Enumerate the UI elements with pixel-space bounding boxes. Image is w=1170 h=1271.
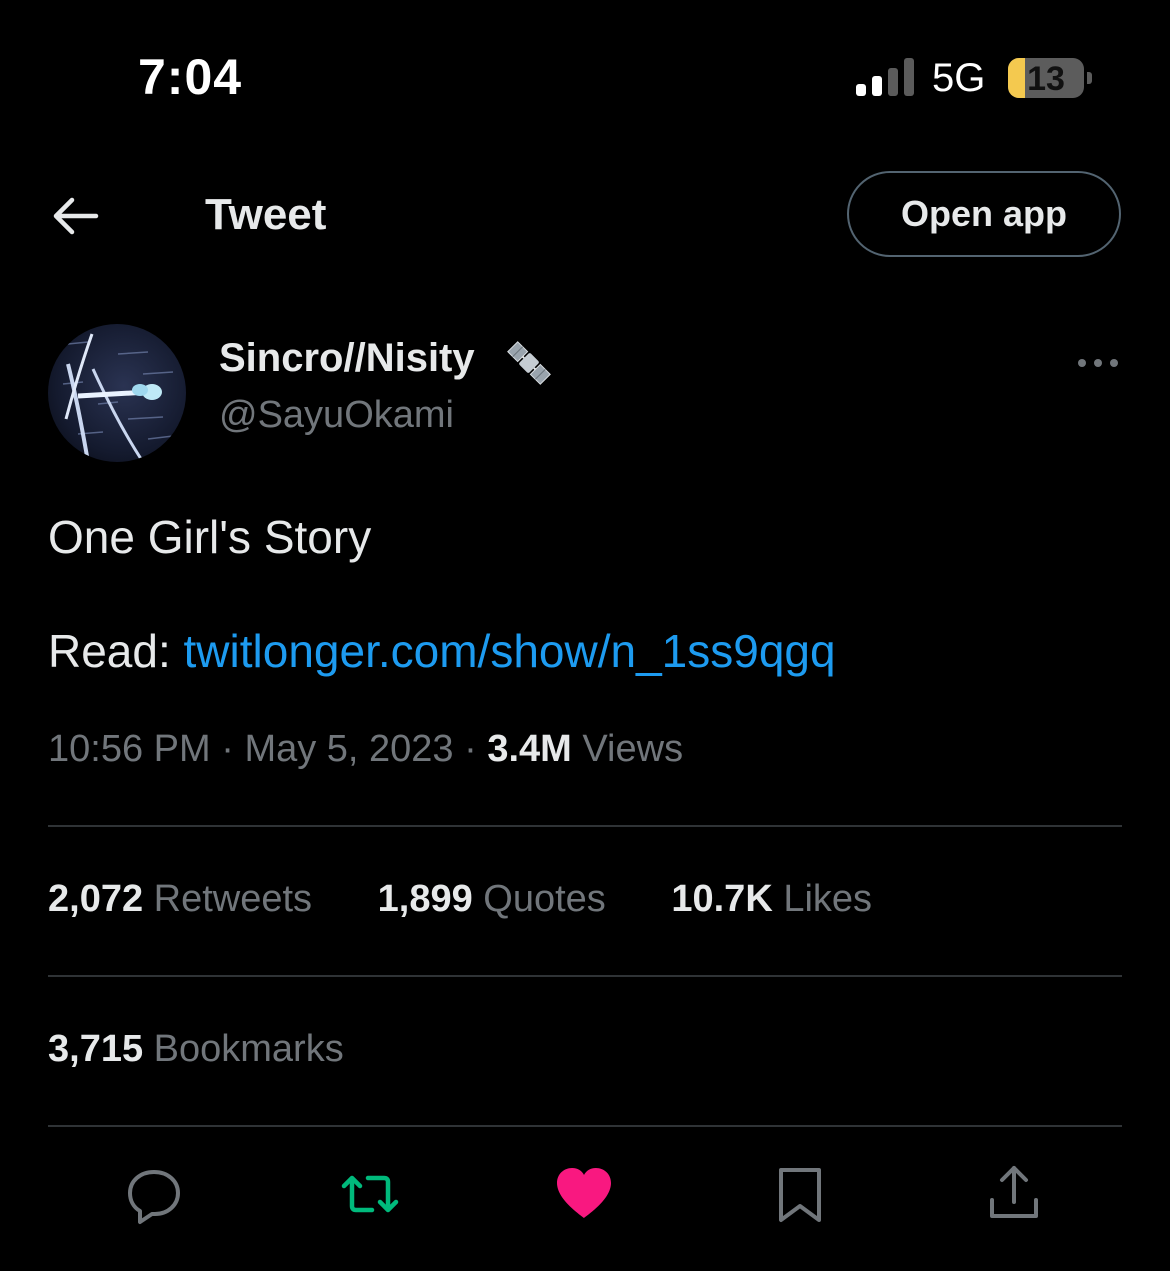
bookmarks-stat[interactable]: 3,715 Bookmarks xyxy=(48,1028,344,1071)
author-handle[interactable]: @SayuOkami xyxy=(219,394,454,437)
signal-strength-icon xyxy=(856,58,914,96)
page-title: Tweet xyxy=(205,190,327,239)
likes-count: 10.7K xyxy=(671,878,773,920)
meta-separator: · xyxy=(210,728,245,770)
network-type: 5G xyxy=(932,56,986,100)
tweet-meta: 10:56 PM · May 5, 2023 · 3.4M Views xyxy=(48,728,683,771)
more-horizontal-icon[interactable] xyxy=(1076,356,1120,370)
divider xyxy=(48,1125,1122,1127)
tweet-read-line: Read: twitlonger.com/show/n_1ss9qgq xyxy=(48,624,836,678)
retweets-label: Retweets xyxy=(143,878,313,920)
engagement-stats: 2,072 Retweets 1,899 Quotes 10.7K Likes xyxy=(48,878,927,921)
views-count: 3.4M xyxy=(487,728,572,770)
share-icon[interactable] xyxy=(982,1162,1046,1226)
tweet-time[interactable]: 10:56 PM xyxy=(48,728,211,770)
author-display-name[interactable]: Sincro//Nisity xyxy=(219,336,475,381)
quotes-stat[interactable]: 1,899 Quotes xyxy=(378,878,606,920)
retweets-count: 2,072 xyxy=(48,878,144,920)
quotes-label: Quotes xyxy=(472,878,606,920)
battery-level: 13 xyxy=(1027,60,1065,98)
tweet-text: One Girl's Story xyxy=(48,511,372,563)
status-time: 7:04 xyxy=(138,49,243,105)
read-label: Read: xyxy=(48,625,184,677)
tweet-date[interactable]: May 5, 2023 xyxy=(244,728,453,770)
back-arrow-icon[interactable] xyxy=(46,192,102,240)
tweet-link[interactable]: twitlonger.com/show/n_1ss9qgq xyxy=(184,625,836,677)
retweet-icon[interactable] xyxy=(338,1162,402,1226)
heart-icon[interactable] xyxy=(552,1162,616,1226)
satellite-icon xyxy=(502,336,556,390)
quotes-count: 1,899 xyxy=(377,878,473,920)
divider xyxy=(48,825,1122,827)
bookmarks-label: Bookmarks xyxy=(143,1028,344,1070)
bookmarks-count: 3,715 xyxy=(48,1028,144,1070)
bookmark-icon[interactable] xyxy=(768,1162,832,1226)
retweets-stat[interactable]: 2,072 Retweets xyxy=(48,878,312,920)
reply-icon[interactable] xyxy=(122,1162,186,1226)
meta-separator: · xyxy=(453,728,488,770)
views-label: Views xyxy=(571,728,684,770)
battery-nub xyxy=(1087,72,1092,84)
divider xyxy=(48,975,1122,977)
battery-icon: 13 xyxy=(1008,58,1084,98)
avatar[interactable] xyxy=(48,324,186,462)
likes-label: Likes xyxy=(772,878,873,920)
likes-stat[interactable]: 10.7K Likes xyxy=(671,878,872,920)
open-app-button[interactable]: Open app xyxy=(847,171,1121,257)
